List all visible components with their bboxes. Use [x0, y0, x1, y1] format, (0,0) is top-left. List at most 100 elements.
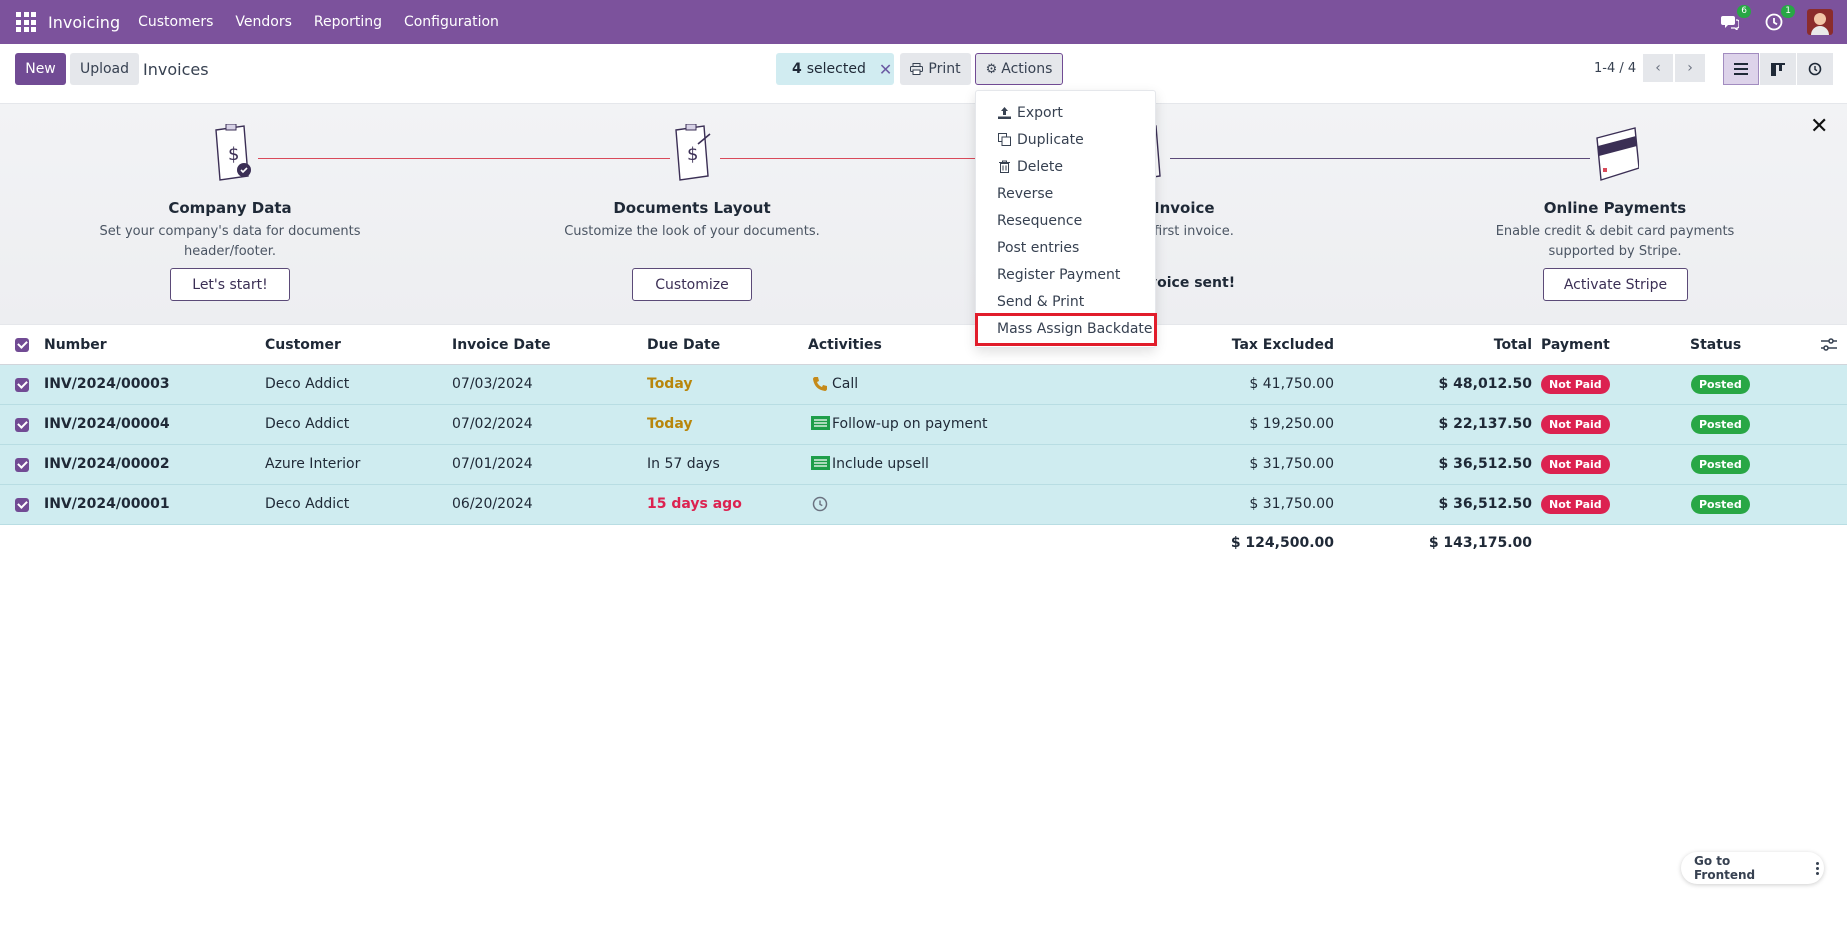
total-amount: $ 36,512.50 [1438, 456, 1532, 472]
column-activities[interactable]: Activities [808, 337, 882, 353]
column-tax-excluded[interactable]: Tax Excluded [1200, 337, 1334, 353]
gear-icon: ⚙ [985, 61, 998, 77]
table-row[interactable]: INV/2024/00004 Deco Addict 07/02/2024 To… [0, 405, 1847, 445]
column-invoice-date[interactable]: Invoice Date [452, 337, 551, 353]
column-status[interactable]: Status [1690, 337, 1741, 353]
kebab-menu-icon[interactable] [1810, 861, 1824, 875]
svg-text:$: $ [687, 144, 698, 165]
pager-next-button[interactable]: › [1675, 54, 1705, 82]
menu-item-duplicate[interactable]: Duplicate [977, 126, 1156, 153]
money-icon[interactable] [811, 456, 830, 474]
activity-summary[interactable]: Call [832, 376, 858, 392]
select-all-checkbox[interactable] [15, 338, 29, 352]
due-date: In 57 days [647, 456, 720, 472]
top-navbar: Invoicing Customers Vendors Reporting Co… [0, 0, 1847, 44]
chat-icon [1721, 16, 1739, 30]
customer-name: Deco Addict [265, 376, 350, 392]
actions-button[interactable]: ⚙ Actions [975, 53, 1063, 85]
menu-item-export[interactable]: Export [977, 99, 1156, 126]
money-icon[interactable] [811, 416, 830, 434]
lets-start-button[interactable]: Let's start! [170, 268, 290, 301]
messages-systray[interactable]: 6 [1719, 5, 1751, 33]
menu-item-register-payment[interactable]: Register Payment [977, 261, 1156, 288]
progress-line [1170, 158, 1590, 159]
menu-item-reverse[interactable]: Reverse [977, 180, 1156, 207]
total-amount: $ 48,012.50 [1438, 376, 1532, 392]
menu-item-delete[interactable]: Delete [977, 153, 1156, 180]
selected-count: 4 [792, 61, 802, 77]
credit-card-icon [1596, 127, 1639, 181]
row-checkbox[interactable] [15, 458, 29, 472]
row-checkbox[interactable] [15, 378, 29, 392]
pager-previous-button[interactable]: ‹ [1643, 54, 1673, 82]
phone-icon[interactable] [812, 376, 828, 396]
document-dollar-icon: $ [215, 124, 251, 181]
print-button[interactable]: Print [900, 53, 971, 85]
menu-item-post-entries[interactable]: Post entries [977, 234, 1156, 261]
table-totals-row: $ 124,500.00 $ 143,175.00 [0, 525, 1847, 563]
customize-button[interactable]: Customize [632, 268, 752, 301]
pager-value[interactable]: 1-4 / 4 [1594, 61, 1636, 76]
app-brand[interactable]: Invoicing [48, 13, 120, 32]
menu-reporting[interactable]: Reporting [314, 14, 382, 30]
column-due-date[interactable]: Due Date [647, 337, 720, 353]
actions-dropdown-menu: Export Duplicate Delete Reverse Resequen… [975, 90, 1156, 348]
step-description: Set your company's data for documents he… [99, 224, 361, 259]
menu-item-send-print[interactable]: Send & Print [977, 288, 1156, 315]
clock-icon [1765, 13, 1783, 31]
column-settings-icon[interactable] [1821, 338, 1837, 352]
upload-button[interactable]: Upload [70, 53, 139, 85]
messages-badge: 6 [1737, 5, 1751, 18]
column-total[interactable]: Total [1400, 337, 1532, 353]
trash-icon [997, 160, 1011, 174]
total-sum: $ 143,175.00 [1428, 535, 1532, 551]
activities-systray[interactable]: 1 [1763, 5, 1795, 33]
schedule-activity-icon[interactable] [812, 496, 828, 516]
svg-text:$: $ [228, 144, 239, 165]
clear-selection-icon[interactable]: ✕ [879, 60, 892, 79]
menu-vendors[interactable]: Vendors [235, 14, 291, 30]
selection-indicator: 4 selected ✕ [776, 53, 894, 85]
activity-view-button[interactable] [1797, 53, 1833, 85]
column-payment[interactable]: Payment [1541, 337, 1610, 353]
printer-icon [910, 63, 924, 75]
close-banner-icon[interactable]: ✕ [1810, 114, 1828, 139]
menu-customers[interactable]: Customers [138, 14, 213, 30]
total-amount: $ 36,512.50 [1438, 496, 1532, 512]
onboarding-banner: $ Company Data Set your company's data f… [0, 104, 1847, 325]
customer-name: Deco Addict [265, 416, 350, 432]
menu-configuration[interactable]: Configuration [404, 14, 499, 30]
table-header: Number Customer Invoice Date Due Date Ac… [0, 325, 1847, 365]
column-customer[interactable]: Customer [265, 337, 341, 353]
row-checkbox[interactable] [15, 498, 29, 512]
new-button[interactable]: New [15, 53, 66, 85]
row-checkbox[interactable] [15, 418, 29, 432]
customer-name: Azure Interior [265, 456, 361, 472]
user-avatar[interactable] [1807, 9, 1833, 35]
go-to-frontend-widget: Go to Frontend [1681, 852, 1824, 884]
table-row[interactable]: INV/2024/00002 Azure Interior 07/01/2024… [0, 445, 1847, 485]
activity-summary[interactable]: Follow-up on payment [832, 416, 987, 432]
print-label: Print [928, 61, 961, 77]
go-to-frontend-button[interactable]: Go to Frontend [1694, 854, 1794, 882]
highlight-box [975, 313, 1157, 346]
activate-stripe-button[interactable]: Activate Stripe [1543, 268, 1688, 301]
control-panel: New Upload Invoices 4 selected ✕ Print ⚙… [0, 44, 1847, 104]
invoice-sent-label: voice sent! [1148, 275, 1236, 291]
payment-status-badge: Not Paid [1541, 415, 1610, 434]
apps-grid-icon[interactable] [14, 10, 38, 34]
tax-excluded-sum: $ 124,500.00 [1230, 535, 1334, 551]
table-row[interactable]: INV/2024/00001 Deco Addict 06/20/2024 15… [0, 485, 1847, 525]
step-title: Company Data [168, 199, 292, 217]
list-icon [1734, 63, 1748, 75]
chevron-left-icon: ‹ [1655, 60, 1661, 76]
invoice-date: 06/20/2024 [452, 496, 533, 512]
activity-summary[interactable]: Include upsell [832, 456, 929, 472]
column-number[interactable]: Number [44, 337, 107, 353]
table-row[interactable]: INV/2024/00003 Deco Addict 07/03/2024 To… [0, 365, 1847, 405]
total-amount: $ 22,137.50 [1438, 416, 1532, 432]
menu-item-label: Delete [1017, 158, 1063, 175]
menu-item-resequence[interactable]: Resequence [977, 207, 1156, 234]
kanban-view-button[interactable] [1760, 53, 1796, 85]
list-view-button[interactable] [1723, 53, 1759, 85]
